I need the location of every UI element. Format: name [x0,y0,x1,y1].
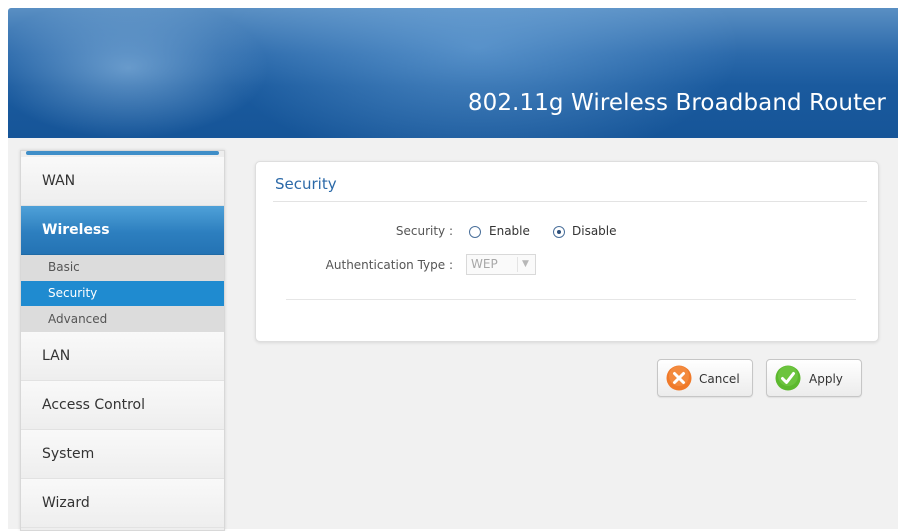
auth-type-value: WEP [471,257,498,271]
security-disable-radio[interactable] [553,226,565,238]
security-enable-label[interactable]: Enable [489,224,530,238]
header-banner: 802.11g Wireless Broadband Router [8,8,898,138]
check-circle-icon [775,365,801,391]
wireless-submenu: Basic Security Advanced [21,255,224,332]
sidebar-item-wizard[interactable]: Wizard [21,479,224,528]
sidebar-item-label: Wizard [42,495,90,511]
sidebar-item-lan[interactable]: LAN [21,332,224,381]
apply-button-label: Apply [809,372,843,386]
submenu-item-advanced[interactable]: Advanced [21,307,224,332]
sidebar-top-accent [26,151,219,155]
submenu-item-label: Basic [48,260,80,274]
sidebar-item-label: System [42,446,95,462]
security-label: Security : [395,224,453,238]
cancel-button[interactable]: Cancel [657,359,753,397]
auth-type-label: Authentication Type : [325,258,453,272]
security-panel: Security Security : Enable Disable Authe… [255,161,879,342]
sidebar-item-label: LAN [42,348,71,364]
chevron-down-icon: ▼ [517,257,533,272]
submenu-item-label: Advanced [48,312,108,326]
sidebar-item-label: WAN [42,173,76,189]
router-title: 802.11g Wireless Broadband Router [467,90,886,116]
submenu-item-security[interactable]: Security [21,281,224,306]
cancel-button-label: Cancel [699,372,740,386]
sidebar-item-wireless[interactable]: Wireless [21,206,224,255]
sidebar-item-label: Wireless [42,222,110,238]
sidebar-item-system[interactable]: System [21,430,224,479]
panel-bottom-divider [286,299,856,300]
apply-button[interactable]: Apply [766,359,862,397]
security-disable-label[interactable]: Disable [572,224,617,238]
sidebar-item-access-control[interactable]: Access Control [21,381,224,430]
sidebar-item-label: Access Control [42,397,145,413]
submenu-item-basic[interactable]: Basic [21,255,224,280]
x-circle-icon [666,365,692,391]
sidebar-nav: WAN Wireless Basic Security Advanced LAN… [20,150,225,531]
panel-title: Security [275,175,337,193]
auth-type-select[interactable]: WEP ▼ [466,254,536,275]
security-enable-radio[interactable] [469,226,481,238]
sidebar-item-wan[interactable]: WAN [21,157,224,206]
panel-divider [273,201,867,202]
submenu-item-label: Security [48,286,98,300]
